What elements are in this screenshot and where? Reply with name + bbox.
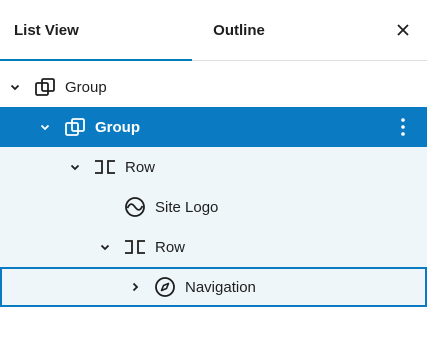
tree-item-label: Site Logo bbox=[155, 198, 219, 216]
close-button[interactable] bbox=[391, 18, 415, 42]
chevron-right-icon[interactable] bbox=[127, 279, 143, 295]
chevron-down-icon[interactable] bbox=[97, 239, 113, 255]
tree-item-group-inner[interactable]: Group bbox=[0, 107, 427, 147]
tab-outline-label: Outline bbox=[213, 21, 265, 39]
options-button[interactable] bbox=[391, 115, 415, 139]
panel-tabs: List View Outline bbox=[0, 0, 427, 61]
tab-outline[interactable]: Outline bbox=[192, 0, 286, 60]
tree-item-row[interactable]: Row bbox=[0, 147, 427, 187]
close-icon bbox=[397, 24, 409, 36]
more-vertical-icon bbox=[401, 118, 405, 136]
tree-item-row[interactable]: Row bbox=[0, 227, 427, 267]
chevron-down-icon[interactable] bbox=[37, 119, 53, 135]
tab-list-view-label: List View bbox=[14, 21, 79, 39]
tree-item-site-logo[interactable]: Site Logo bbox=[0, 187, 427, 227]
site-logo-icon bbox=[123, 195, 147, 219]
list-view-panel: List View Outline Group Group Row Site L… bbox=[0, 0, 427, 346]
tree-item-label: Row bbox=[155, 238, 186, 256]
navigation-icon bbox=[153, 275, 177, 299]
group-icon bbox=[33, 75, 57, 99]
group-icon bbox=[63, 115, 87, 139]
block-tree: Group Group Row Site Logo Row Navigation bbox=[0, 61, 427, 307]
row-icon bbox=[93, 155, 117, 179]
tree-item-label: Group bbox=[65, 78, 107, 96]
tree-item-label: Group bbox=[95, 118, 140, 136]
chevron-down-icon[interactable] bbox=[67, 159, 83, 175]
tree-item-navigation[interactable]: Navigation bbox=[0, 267, 427, 307]
tree-item-label: Navigation bbox=[185, 278, 256, 296]
tree-item-label: Row bbox=[125, 158, 156, 176]
tree-item-group-outer[interactable]: Group bbox=[0, 67, 427, 107]
row-icon bbox=[123, 235, 147, 259]
chevron-down-icon[interactable] bbox=[7, 79, 23, 95]
tab-list-view[interactable]: List View bbox=[0, 0, 192, 61]
